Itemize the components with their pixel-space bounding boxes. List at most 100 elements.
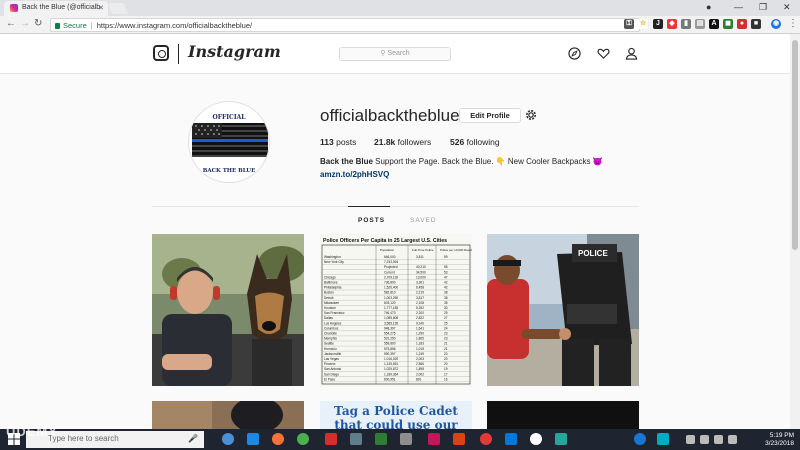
edge-icon[interactable] <box>247 433 259 445</box>
app-blue-icon[interactable] <box>505 433 517 445</box>
instagram-camera-icon[interactable] <box>153 45 169 61</box>
cortana-icon[interactable] <box>222 433 234 445</box>
extension-green-icon[interactable]: ◼ <box>723 19 733 29</box>
avatar-bottom-text: BACK THE BLUE <box>202 168 256 174</box>
table-cell: 42 <box>444 286 448 290</box>
followers-stat[interactable]: 21.8k followers <box>374 137 431 147</box>
app-gray-icon[interactable] <box>400 433 412 445</box>
table-cell: 40,210 <box>416 265 426 269</box>
table-cell: 24 <box>444 326 448 330</box>
table-cell: 2,200 <box>416 311 424 315</box>
scrollbar-thumb[interactable] <box>792 40 798 250</box>
minimize-icon[interactable]: — <box>734 2 743 12</box>
search-input[interactable]: ⚲ Search <box>339 47 451 61</box>
tray-icon-1[interactable] <box>686 435 695 444</box>
tabs-divider <box>152 206 639 207</box>
table-cell: 7,233,094 <box>384 260 398 264</box>
bio-text: Support the Page. Back the Blue. 👇 New C… <box>375 157 603 166</box>
chrome-icon[interactable] <box>297 433 309 445</box>
help-icon[interactable] <box>634 433 646 445</box>
app-white-circle-icon[interactable] <box>530 433 542 445</box>
opera-icon[interactable] <box>480 433 492 445</box>
extension-red-icon[interactable]: ◆ <box>667 19 677 29</box>
extension-box-icon[interactable]: ■ <box>751 19 761 29</box>
browser-tab[interactable]: Back the Blue (@officialb ✕ <box>4 1 108 16</box>
header-divider <box>178 44 179 64</box>
table-cell: 948,397 <box>384 326 396 330</box>
table-cell: 30 <box>444 306 448 310</box>
table-cell: Seattle <box>324 342 334 346</box>
profile-avatar[interactable]: OFFICIAL BACK THE BLUE <box>188 101 270 183</box>
activity-heart-icon[interactable] <box>597 47 610 60</box>
extension-blue-icon[interactable]: ◉ <box>771 19 781 29</box>
tab-saved[interactable]: SAVED <box>410 217 437 224</box>
key-icon[interactable]: ⚿ <box>624 19 634 29</box>
vivaldi-icon[interactable] <box>325 433 337 445</box>
firefox-icon[interactable] <box>272 433 284 445</box>
tray-icon-3[interactable] <box>714 435 723 444</box>
url-field[interactable]: Secure | https://www.instagram.com/officia… <box>50 18 640 32</box>
profile-icon[interactable]: ● <box>706 2 711 12</box>
app-cyan-icon[interactable] <box>657 433 669 445</box>
table-cell: 23 <box>444 337 448 341</box>
menu-dots-icon[interactable]: ⋮ <box>788 18 798 29</box>
post-officer-fistbump[interactable]: POLICE <box>487 234 639 386</box>
bookmark-star-icon[interactable]: ☆ <box>638 19 648 29</box>
extension-a-icon[interactable]: A <box>709 19 719 29</box>
table-cell: 34,500 <box>416 270 426 274</box>
back-icon[interactable]: ← <box>6 18 16 29</box>
app-teal-icon[interactable] <box>555 433 567 445</box>
windows-taskbar: Type here to search 🎤 <box>0 429 800 450</box>
table-column-header: Full-Time Police <box>412 248 434 252</box>
clock-date: 3/23/2018 <box>765 440 794 447</box>
edit-profile-button[interactable]: Edit Profile <box>459 108 521 123</box>
table-cell: Chicago <box>324 275 336 279</box>
tray-icon-4[interactable] <box>728 435 737 444</box>
taskbar-clock[interactable]: 5:19 PM 3/23/2018 <box>748 432 794 448</box>
powerpoint-icon[interactable] <box>453 433 465 445</box>
bio-link[interactable]: amzn.to/2phHSVQ <box>320 170 389 179</box>
explore-compass-icon[interactable] <box>568 47 581 60</box>
new-tab-button[interactable] <box>107 3 129 14</box>
table-cell: 21 <box>444 347 448 351</box>
police-vest-text: POLICE <box>578 249 608 258</box>
extension-js-icon[interactable]: J <box>653 19 663 29</box>
reload-icon[interactable]: ↻ <box>34 18 42 29</box>
profile-person-icon[interactable] <box>625 47 638 60</box>
table-cell: 891 <box>416 377 422 381</box>
post-row2-1[interactable] <box>152 401 304 429</box>
window-close-icon[interactable]: ✕ <box>783 2 791 13</box>
table-cell: 582,810 <box>384 291 396 295</box>
file-explorer-icon[interactable] <box>350 433 362 445</box>
table-cell: Philadelphia <box>324 286 342 290</box>
excel-icon[interactable] <box>375 433 387 445</box>
table-cell: 3,811 <box>416 255 424 259</box>
table-cell: 5,252 <box>416 306 424 310</box>
table-cell: 646,000 <box>384 255 396 259</box>
following-label: following <box>466 137 500 147</box>
extension-lastpass-icon[interactable]: ● <box>737 19 747 29</box>
maximize-icon[interactable]: ❐ <box>759 2 767 13</box>
settings-gear-icon[interactable] <box>524 108 538 122</box>
close-tab-icon[interactable]: ✕ <box>98 4 104 12</box>
forward-icon[interactable]: → <box>20 18 30 29</box>
instagram-wordmark[interactable]: Instagram <box>188 42 281 61</box>
posts-label: posts <box>336 137 357 147</box>
table-cell: 1,183 <box>416 342 424 346</box>
post-police-per-capita-table[interactable]: Police Officers Per Capita in 25 Largest… <box>320 234 472 386</box>
post-row2-3[interactable] <box>487 401 639 429</box>
extension-chat-icon[interactable]: ▤ <box>695 19 705 29</box>
table-cell: 38 <box>444 296 448 300</box>
udemy-watermark: UDEMY <box>6 424 58 439</box>
extension-gray-icon[interactable]: ▮ <box>681 19 691 29</box>
table-cell: 6,458 <box>416 286 424 290</box>
microphone-icon[interactable]: 🎤 <box>188 434 198 443</box>
table-cell: 19 <box>444 367 448 371</box>
tray-icon-2[interactable] <box>700 435 709 444</box>
app-pink-icon[interactable] <box>428 433 440 445</box>
post-officer-k9[interactable] <box>152 234 304 386</box>
address-bar-row: ← → ↻ Secure | https://www.instagram.com/o… <box>0 16 800 34</box>
url-text: https://www.instagram.com/officialbackth… <box>96 21 253 30</box>
tab-posts[interactable]: POSTS <box>358 217 385 224</box>
following-stat[interactable]: 526 following <box>450 137 500 147</box>
